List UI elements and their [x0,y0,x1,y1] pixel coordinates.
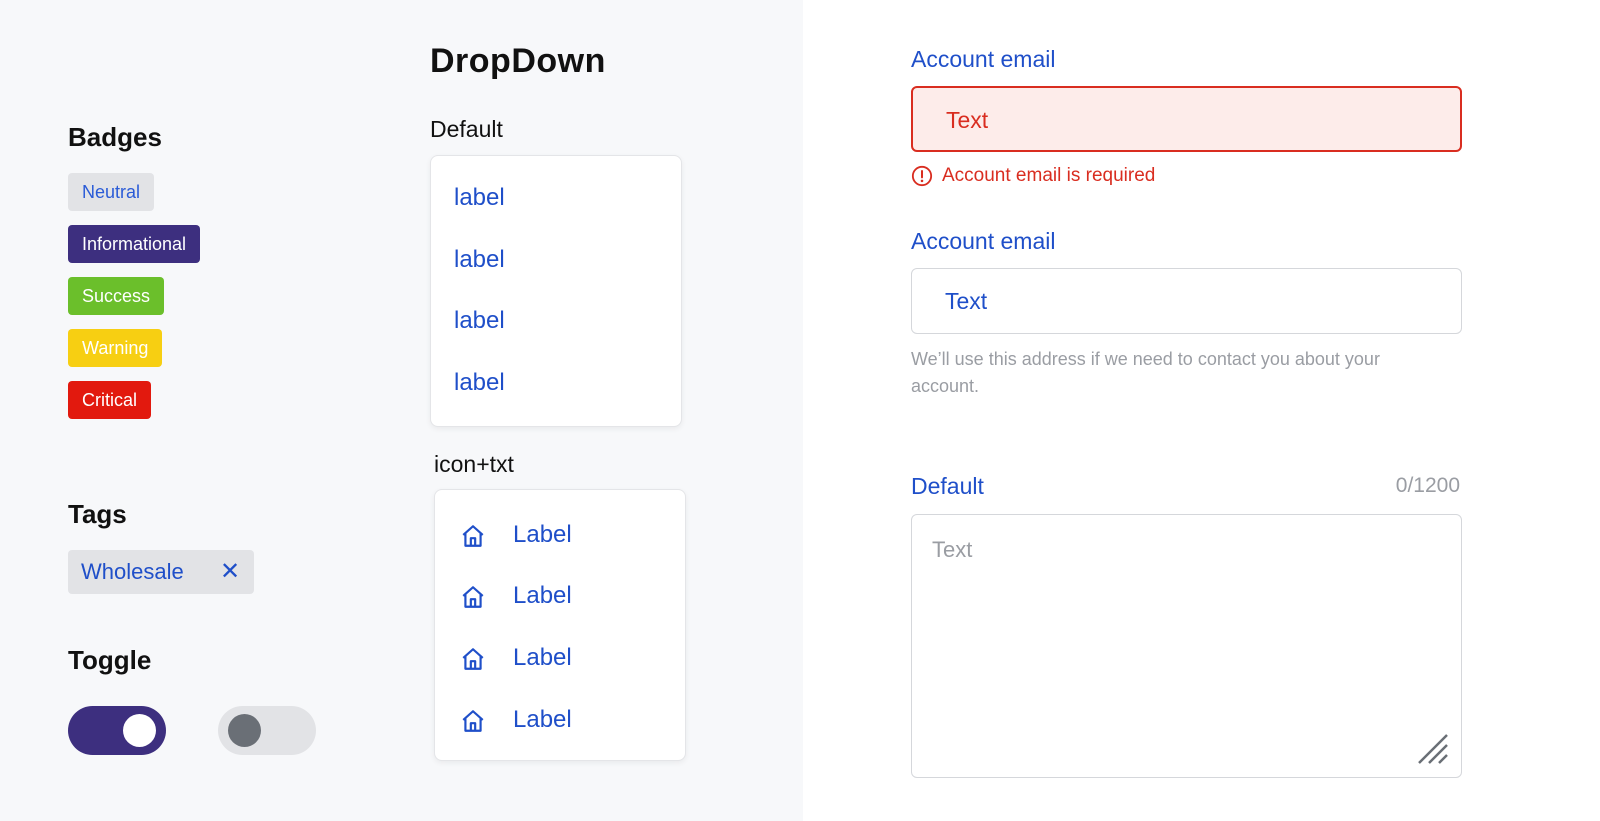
badge-warning: Warning [68,329,163,367]
badge-critical: Critical [68,381,152,419]
textarea-placeholder: Text [932,537,973,562]
dropdown-icon-text-label: icon+txt [434,451,514,477]
components-panel: Badges Neutral Informational Success War… [0,0,803,821]
default-textarea[interactable]: Text [911,514,1462,778]
dropdown-icon-option[interactable]: Label [435,614,685,676]
error-message: Account email is required [911,164,1155,188]
home-icon [462,525,484,547]
help-text: We’ll use this address if we need to con… [911,349,1380,396]
alert-circle-icon [911,165,933,187]
dropdown-icon-option[interactable]: Label [435,552,685,614]
dropdown-option-label: Label [513,521,572,548]
close-icon[interactable]: ✕ [216,558,244,586]
toggle-switch-off[interactable] [218,706,316,755]
home-icon [462,710,484,732]
dropdown-icon-text-menu: Label Label Label Label [434,489,686,761]
badge-neutral: Neutral [68,173,155,211]
dropdown-title: DropDown [430,42,606,80]
dropdown-option-label: Label [513,706,572,733]
resize-handle-icon[interactable] [1417,733,1449,765]
tag-wholesale: Wholesale ✕ [68,550,254,594]
home-icon [462,648,484,670]
account-email-label: Account email [911,46,1056,72]
toggle-switch-on[interactable] [68,706,166,755]
toggle-knob [123,714,156,747]
character-counter: 0/1200 [1395,474,1460,497]
badges-title: Badges [68,122,162,152]
account-email-label-2: Account email [911,228,1056,254]
error-text: Account email is required [942,165,1156,186]
dropdown-icon-option[interactable]: Label [435,676,685,738]
dropdown-option[interactable]: label [454,369,505,397]
toggle-title: Toggle [68,645,152,675]
toggle-knob [228,714,261,747]
dropdown-option-label: Label [513,582,572,609]
account-email-input[interactable]: Text [911,268,1462,334]
account-email-input-error[interactable]: Text [911,86,1462,152]
tag-label: Wholesale [81,559,184,584]
dropdown-option[interactable]: label [454,307,505,335]
home-icon [462,586,484,608]
tags-title: Tags [68,499,127,529]
default-textarea-label: Default [911,473,984,499]
dropdown-default-label: Default [430,116,503,142]
badge-success: Success [68,277,165,315]
badge-informational: Informational [68,225,201,263]
dropdown-icon-option[interactable]: Label [435,490,685,552]
dropdown-option[interactable]: label [454,184,505,212]
dropdown-option-label: Label [513,644,572,671]
form-panel: Account email Text Account email is requ… [803,0,1600,821]
dropdown-default-menu: label label label label [430,155,682,427]
dropdown-option[interactable]: label [454,246,505,274]
